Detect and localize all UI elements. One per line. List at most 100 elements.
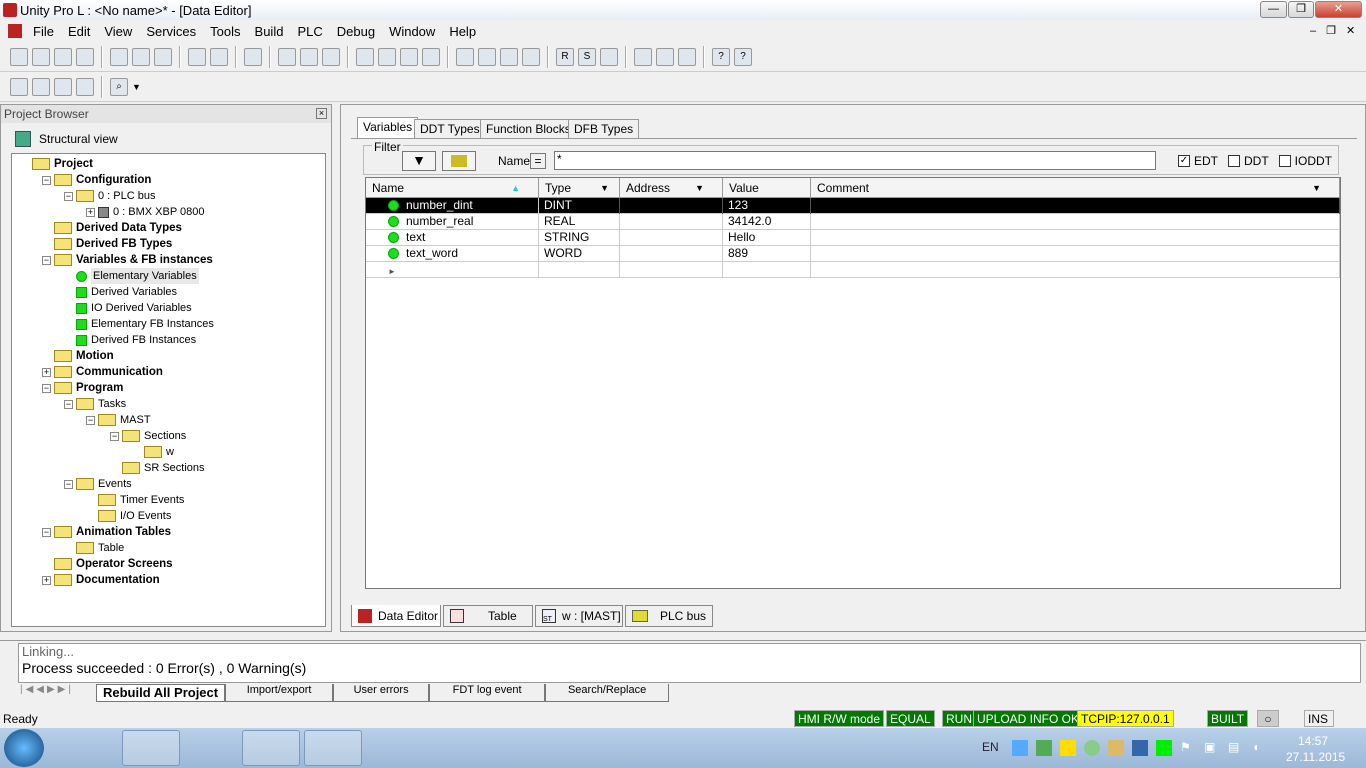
collapse-icon[interactable]: − <box>110 432 119 441</box>
network-icon[interactable]: ▤ <box>1228 740 1244 756</box>
table-row[interactable]: text STRING Hello <box>366 230 1340 246</box>
tab-dfb-types[interactable]: DFB Types <box>568 119 640 139</box>
tree-item[interactable]: Variables & FB instances <box>54 252 213 268</box>
bottom-tab-section-w[interactable]: ST w : [MAST] <box>535 605 623 627</box>
tree-item[interactable]: Derived FB Instances <box>76 332 196 348</box>
collapse-icon[interactable]: − <box>42 256 51 265</box>
menu-build[interactable]: Build <box>248 24 291 39</box>
tab-ddt-types[interactable]: DDT Types <box>414 119 486 139</box>
stop-icon[interactable]: S <box>578 47 596 66</box>
start-button[interactable] <box>4 729 44 767</box>
cell-name[interactable]: text_word <box>366 246 539 262</box>
collapse-icon[interactable]: − <box>42 176 51 185</box>
menu-debug[interactable]: Debug <box>330 24 382 39</box>
cell-comment[interactable] <box>811 214 1340 230</box>
menu-plc[interactable]: PLC <box>290 24 329 39</box>
tree-item[interactable]: 0 : BMX XBP 0800 <box>98 204 205 220</box>
tree-item[interactable]: MAST <box>98 412 151 428</box>
maximize-button[interactable]: ❐ <box>1288 1 1314 18</box>
tree-item[interactable]: Motion <box>54 348 114 364</box>
layout-icon[interactable] <box>54 77 72 96</box>
ioddt-checkbox[interactable] <box>1278 155 1291 167</box>
word-taskbar-icon[interactable] <box>304 730 362 766</box>
explorer-taskbar-icon[interactable] <box>122 730 180 766</box>
zoom-icon[interactable]: ⌕ <box>110 77 128 96</box>
cell-type[interactable]: STRING <box>539 230 620 246</box>
search-icon[interactable] <box>378 47 396 66</box>
tab-variables[interactable]: Variables <box>357 117 419 139</box>
ddt-checkbox[interactable] <box>1228 155 1240 167</box>
cell-address[interactable] <box>620 246 723 262</box>
menu-services[interactable]: Services <box>139 24 203 39</box>
cell-value[interactable]: 889 <box>723 246 811 262</box>
media-player-icon[interactable] <box>182 730 240 766</box>
help-icon[interactable]: ? <box>712 47 730 66</box>
list-icon[interactable] <box>76 77 94 96</box>
menu-window[interactable]: Window <box>382 24 442 39</box>
ie-icon[interactable] <box>63 730 121 766</box>
copy-icon[interactable] <box>110 47 128 66</box>
collapse-icon[interactable]: − <box>64 480 73 489</box>
redo-icon[interactable] <box>210 47 228 66</box>
tree-item[interactable]: w <box>144 444 174 460</box>
tree-item[interactable]: Tasks <box>76 396 126 412</box>
tree-item[interactable]: I/O Events <box>98 508 171 524</box>
bottom-tab-table[interactable]: Table <box>443 605 533 627</box>
tree-item[interactable]: Elementary Variables <box>76 268 199 284</box>
cut-icon[interactable] <box>132 47 150 66</box>
cell-name[interactable]: number_real <box>366 214 539 230</box>
tree-item[interactable]: Table <box>76 540 124 556</box>
flag-icon[interactable]: ⚑ <box>1180 740 1196 756</box>
init-icon[interactable] <box>600 47 618 66</box>
validate-icon[interactable] <box>244 47 262 66</box>
rebuild-icon[interactable] <box>322 47 340 66</box>
output-tab-fdt-log[interactable]: FDT log event <box>429 684 546 702</box>
tree-item[interactable]: Events <box>76 476 132 492</box>
bottom-tab-plc-bus[interactable]: PLC bus <box>625 605 713 627</box>
tree-item[interactable]: Documentation <box>54 572 160 588</box>
cell-name[interactable]: text <box>366 230 539 246</box>
transfer-icon[interactable] <box>500 47 518 66</box>
output-tab-search-replace[interactable]: Search/Replace <box>545 684 670 702</box>
structural-view-label[interactable]: Structural view <box>39 132 118 146</box>
tree-item[interactable]: Animation Tables <box>54 524 171 540</box>
table-row[interactable]: ► <box>366 262 1340 278</box>
cell-value[interactable]: 34142.0 <box>723 214 811 230</box>
tree-item[interactable]: Program <box>54 380 123 396</box>
cell-address[interactable] <box>620 230 723 246</box>
paste-icon[interactable] <box>154 47 172 66</box>
output-tab-rebuild[interactable]: Rebuild All Project <box>96 684 226 702</box>
tree-item[interactable]: Derived Data Types <box>54 220 182 236</box>
output-scroll-arrows[interactable]: |◀◀▶▶| <box>20 684 74 695</box>
cell-address[interactable] <box>620 214 723 230</box>
cell-type[interactable]: WORD <box>539 246 620 262</box>
tree-item[interactable]: Configuration <box>54 172 151 188</box>
tree-icon[interactable] <box>10 77 28 96</box>
collapse-icon[interactable]: − <box>42 384 51 393</box>
undo-icon[interactable] <box>188 47 206 66</box>
mdi-controls[interactable]: –❐✕ <box>1310 24 1365 37</box>
cascade-icon[interactable] <box>634 47 652 66</box>
usb-icon[interactable] <box>1036 740 1052 756</box>
cell-comment[interactable] <box>811 230 1340 246</box>
column-header-name[interactable]: Name ▲ <box>366 178 539 198</box>
tree-item[interactable]: Derived FB Types <box>54 236 172 252</box>
menu-edit[interactable]: Edit <box>61 24 97 39</box>
menu-view[interactable]: View <box>97 24 139 39</box>
cell-type[interactable]: DINT <box>539 198 620 214</box>
print-icon[interactable] <box>76 47 94 66</box>
cell-address[interactable] <box>620 198 723 214</box>
menu-file[interactable]: File <box>26 24 61 39</box>
output-tab-import-export[interactable]: Import/export <box>225 684 334 702</box>
tree-item[interactable]: SR Sections <box>122 460 205 476</box>
close-button[interactable]: ✕ <box>1315 1 1362 18</box>
plc-sim-icon[interactable] <box>1156 740 1172 756</box>
volume-icon[interactable]: ◖ <box>1252 740 1268 756</box>
expand-icon[interactable]: + <box>42 576 51 585</box>
cell-name[interactable]: number_dint <box>366 198 539 214</box>
disconnect-icon[interactable] <box>478 47 496 66</box>
cell-name[interactable]: ► <box>366 262 539 278</box>
menu-tools[interactable]: Tools <box>203 24 247 39</box>
analyze-icon[interactable] <box>278 47 296 66</box>
column-header-address[interactable]: Address ▼ <box>620 178 723 198</box>
